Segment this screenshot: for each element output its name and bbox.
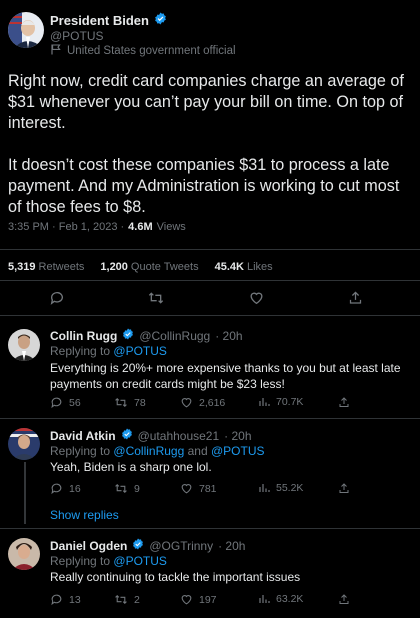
verified-badge-icon (132, 538, 144, 553)
author-handle[interactable]: @CollinRugg (139, 329, 210, 343)
retweet-icon[interactable] (147, 290, 165, 311)
like-icon[interactable] (248, 290, 265, 311)
tweet-time[interactable]: 3:35 PM · Feb 1, 2023 · (8, 221, 124, 233)
views-button[interactable]: 55.2K (258, 482, 303, 494)
like-button[interactable]: 2,616 (180, 396, 225, 409)
views-label: Views (156, 221, 186, 233)
quotes-stat[interactable]: 1,200 Quote Tweets (100, 261, 198, 273)
share-icon[interactable] (338, 593, 350, 606)
replying-to: Replying to @POTUS (50, 344, 167, 358)
retweets-stat[interactable]: 5,319 Retweets (8, 261, 84, 273)
retweet-button[interactable]: 78 (114, 396, 146, 409)
divider (0, 249, 420, 250)
author-name[interactable]: Collin Rugg (50, 329, 117, 343)
share-icon[interactable] (348, 290, 363, 311)
mention-link[interactable]: @POTUS (211, 444, 265, 458)
author-handle[interactable]: @POTUS (50, 29, 104, 43)
verified-badge-icon (154, 12, 167, 28)
like-button[interactable]: 781 (180, 482, 217, 495)
reply-text: Yeah, Biden is a sharp one lol. (50, 460, 212, 474)
verified-badge-icon (121, 428, 133, 443)
retweet-count: 78 (134, 396, 146, 409)
views-button[interactable]: 70.7K (258, 396, 303, 408)
flag-icon (51, 44, 61, 58)
reply-count: 16 (69, 482, 81, 495)
like-button[interactable]: 197 (180, 593, 217, 606)
main-avatar[interactable] (8, 12, 44, 48)
thread-line (24, 462, 26, 524)
replying-to: Replying to @POTUS (50, 554, 167, 568)
tweet-text-paragraph-1: Right now, credit card companies charge … (8, 72, 404, 132)
retweet-button[interactable]: 2 (114, 593, 140, 606)
replying-to: Replying to @CollinRugg and @POTUS (50, 444, 265, 458)
author-name[interactable]: David Atkin (50, 429, 116, 443)
like-count: 2,616 (199, 396, 226, 409)
divider (0, 280, 420, 281)
reply-time[interactable]: · 20h (215, 329, 242, 343)
mention-link[interactable]: @POTUS (113, 554, 167, 568)
views-count: 55.2K (276, 482, 304, 494)
reply-count: 13 (69, 593, 81, 606)
reply-text: Everything is 20%+ more expensive thanks… (50, 361, 401, 391)
like-count: 781 (199, 482, 217, 495)
divider (0, 418, 420, 419)
reply-header: Daniel Ogden @OGTrinny · 20h (50, 538, 245, 553)
like-count: 197 (199, 593, 217, 606)
views-button[interactable]: 63.2K (258, 593, 303, 605)
author-handle[interactable]: @OGTrinny (149, 539, 213, 553)
avatar[interactable] (8, 538, 40, 570)
likes-stat[interactable]: 45.4K Likes (215, 261, 273, 273)
official-label-text: United States government official (67, 45, 236, 57)
reply-button[interactable]: 56 (50, 396, 81, 409)
divider (0, 528, 420, 529)
author-name[interactable]: Daniel Ogden (50, 539, 127, 553)
show-replies-link[interactable]: Show replies (50, 508, 119, 522)
official-label: United States government official (51, 44, 236, 58)
tweet-text-paragraph-2: It doesn’t cost these companies $31 to p… (8, 156, 400, 216)
reply-button[interactable]: 13 (50, 593, 81, 606)
tweet-stats: 5,319 Retweets 1,200 Quote Tweets 45.4K Lik… (8, 261, 273, 273)
reply-button[interactable]: 16 (50, 482, 81, 495)
mention-link[interactable]: @CollinRugg (113, 444, 184, 458)
author-handle[interactable]: @utahhouse21 (138, 429, 220, 443)
reply-time[interactable]: · 20h (224, 429, 251, 443)
avatar[interactable] (8, 428, 40, 460)
main-name-row: President Biden (50, 12, 167, 28)
tweet-meta: 3:35 PM · Feb 1, 2023 · 4.6M Views (8, 221, 186, 233)
avatar[interactable] (8, 329, 40, 361)
retweet-count: 2 (134, 593, 140, 606)
views-count: 63.2K (276, 593, 304, 605)
reply-icon[interactable] (49, 290, 65, 311)
retweet-button[interactable]: 9 (114, 482, 140, 495)
share-icon[interactable] (338, 396, 350, 409)
views-count: 4.6M (128, 221, 153, 233)
retweet-count: 9 (134, 482, 140, 495)
reply-text: Really continuing to tackle the importan… (50, 570, 301, 584)
divider (0, 315, 420, 316)
author-name[interactable]: President Biden (50, 13, 149, 28)
share-icon[interactable] (338, 482, 350, 495)
reply-header: David Atkin @utahhouse21 · 20h (50, 428, 252, 443)
mention-link[interactable]: @POTUS (113, 344, 167, 358)
reply-time[interactable]: · 20h (218, 539, 245, 553)
reply-count: 56 (69, 396, 81, 409)
reply-header: Collin Rugg @CollinRugg · 20h (50, 328, 243, 343)
verified-badge-icon (122, 328, 134, 343)
views-count: 70.7K (276, 396, 304, 408)
